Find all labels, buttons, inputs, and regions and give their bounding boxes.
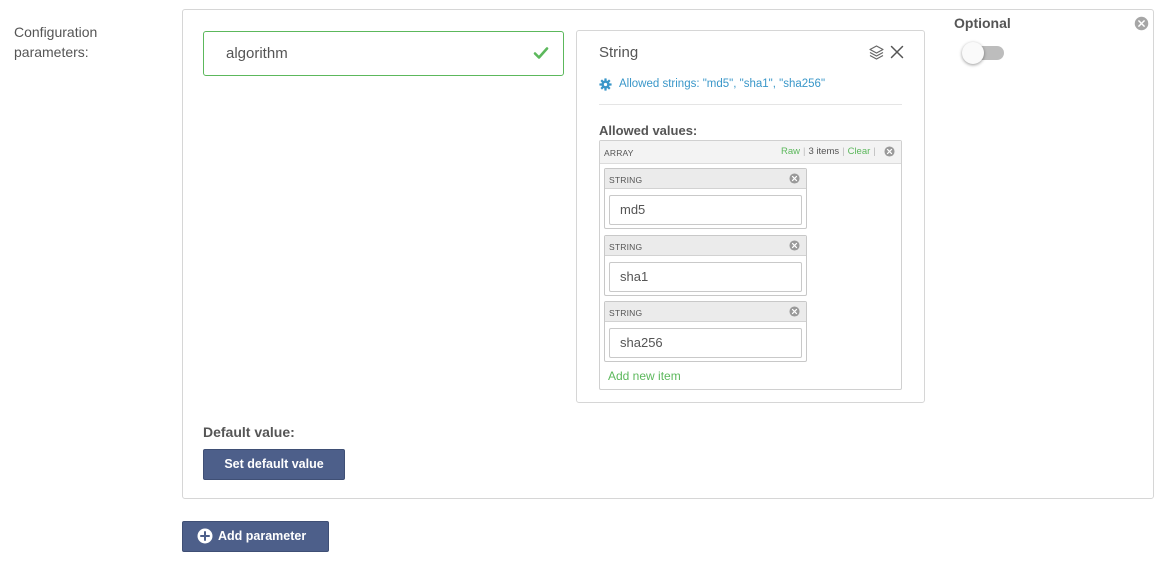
plus-circle-icon	[197, 528, 213, 544]
divider	[599, 104, 902, 105]
item-type-label: STRING	[609, 242, 643, 252]
item-value-input[interactable]: sha1	[609, 262, 802, 292]
close-circle-icon[interactable]	[789, 306, 800, 317]
type-title: String	[599, 44, 639, 61]
optional-label: Optional	[954, 15, 1011, 31]
item-count: 3 items	[808, 146, 840, 157]
close-type-icon[interactable]	[890, 45, 904, 59]
array-item-header: STRING	[605, 302, 806, 322]
array-item: STRING md5	[604, 168, 807, 229]
item-value-input[interactable]: sha256	[609, 328, 802, 358]
default-value-label: Default value:	[203, 424, 295, 440]
array-type-label: ARRAY	[604, 148, 634, 158]
section-label: Configuration parameters:	[14, 24, 98, 60]
allowed-values-label: Allowed values:	[599, 123, 698, 138]
item-type-label: STRING	[609, 175, 643, 185]
add-new-item-link[interactable]: Add new item	[608, 369, 681, 383]
close-circle-icon[interactable]	[789, 173, 800, 184]
item-type-label: STRING	[609, 308, 643, 318]
clear-link[interactable]: Clear	[848, 146, 871, 157]
array-item-header: STRING	[605, 169, 806, 189]
set-default-value-button[interactable]: Set default value	[203, 449, 345, 480]
toggle-knob	[962, 42, 984, 64]
close-circle-icon[interactable]	[1134, 16, 1149, 31]
item-value-input[interactable]: md5	[609, 195, 802, 225]
optional-toggle[interactable]	[962, 42, 1005, 64]
close-circle-icon[interactable]	[789, 240, 800, 251]
array-item-header: STRING	[605, 236, 806, 256]
parameter-name-input[interactable]: algorithm	[203, 31, 564, 76]
array-item: STRING sha256	[604, 301, 807, 362]
raw-link[interactable]: Raw	[781, 146, 800, 157]
layers-icon[interactable]	[868, 44, 885, 61]
array-tools: Raw | 3 items | Clear |	[781, 146, 876, 157]
allowed-strings-hint: Allowed strings: "md5", "sha1", "sha256"	[619, 78, 826, 90]
gear-icon	[599, 78, 612, 91]
array-item: STRING sha1	[604, 235, 807, 296]
close-circle-icon[interactable]	[884, 146, 895, 157]
check-icon	[533, 47, 549, 59]
